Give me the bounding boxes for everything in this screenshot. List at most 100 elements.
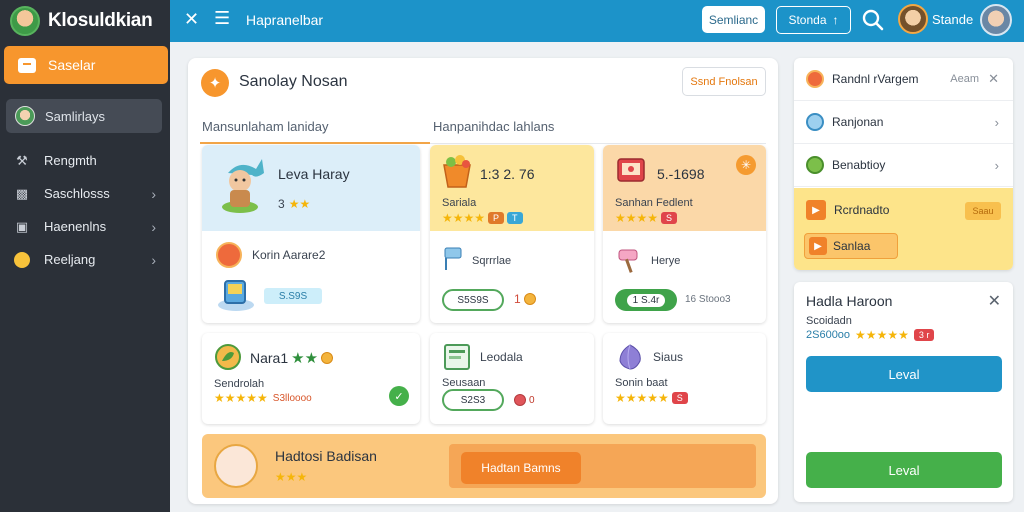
card-level: 3 ★★ <box>278 197 310 211</box>
tab-indicator <box>200 142 430 144</box>
card-title: Leva Haray <box>278 166 350 182</box>
app-logo <box>10 6 40 36</box>
card-title: 1:3 2. 76 <box>480 166 535 182</box>
item-title: Herye <box>651 255 681 267</box>
top-button-primary[interactable]: Semlianc <box>702 6 765 33</box>
sidebar-item[interactable]: Reeljang › <box>14 243 160 276</box>
tag-icon: P <box>488 212 505 224</box>
game-card[interactable]: Nara1 ★★ Sendrolah ★★★★★ S3lloooo ✓ <box>202 333 420 424</box>
sidebar-item-label: Haenenlns <box>44 219 107 234</box>
menu-row[interactable]: Ranjonan › <box>794 101 1013 144</box>
user-name[interactable]: Stande <box>932 12 973 27</box>
item-title: Sqrrrlae <box>472 255 512 267</box>
chevron-right-icon: › <box>994 114 999 130</box>
close-icon[interactable]: ✕ <box>184 9 199 30</box>
game-card[interactable]: Leodala Seusaan S2S3 0 <box>430 333 594 424</box>
profile-avatar[interactable] <box>980 4 1012 36</box>
brand[interactable]: Klosuldkian <box>0 0 170 42</box>
avatar <box>15 106 35 126</box>
flag-icon <box>444 247 462 270</box>
sidebar-item-label: Rengmth <box>44 153 97 168</box>
card-title: Nara1 <box>250 350 289 366</box>
chevron-right-icon: › <box>151 218 156 235</box>
card-label: Seusaan <box>442 377 486 389</box>
menu-row[interactable]: Randnl rVargem Aeam ✕ <box>794 58 1013 101</box>
tab-secondary[interactable]: Hanpanihdac lahlans <box>433 119 554 134</box>
search-icon[interactable] <box>860 7 886 33</box>
detail-panel: Hadla Haroon ✕ Scoidadn 2S600oo ★★★★★ 3 … <box>794 282 1013 502</box>
sidebar-item[interactable]: ▣ Haenenlns › <box>14 210 160 243</box>
tab-active[interactable]: Mansunlaham laniday <box>202 119 328 134</box>
game-card[interactable]: 5.-1698 ✳ Sanhan Fedlent ★★★★ S Herye 1 … <box>603 145 766 323</box>
play-icon: ▶ <box>806 200 826 220</box>
card-row-title: Korin Aarare2 <box>252 248 326 262</box>
count-value: 1 <box>514 292 521 306</box>
level-button-primary[interactable]: Leval <box>806 356 1002 392</box>
detail-meta: 2S600oo <box>806 329 851 341</box>
stars-icon: ★★★★ <box>615 211 659 225</box>
stars-icon: ★★★★ <box>442 211 486 225</box>
value-button[interactable]: S2S3 <box>442 389 504 411</box>
badge-icon <box>806 70 824 88</box>
chevron-right-icon: › <box>994 157 999 173</box>
stars-icon: ★★★★★ <box>615 391 669 405</box>
promo-banner: Hadtosi Badisan ★★★ Hadtan Bamns <box>202 434 766 498</box>
page-title: Hapranelbar <box>246 12 324 28</box>
avatar[interactable] <box>898 4 928 34</box>
rating: ★★★★ P T <box>442 211 523 225</box>
highlight-row[interactable]: ▶ Rcrdnadto <box>806 200 889 220</box>
star-badge-icon: ✦ <box>201 69 229 97</box>
sidebar: Klosuldkian Saselar Samlirlays ⚒ Rengmth… <box>0 0 170 512</box>
gamepad-icon: ▩ <box>15 185 29 201</box>
game-card[interactable]: Siaus Sonin baat ★★★★★ S <box>603 333 766 424</box>
game-card[interactable]: 1:3 2. 76 Sariala ★★★★ P T Sqrrrlae S5S9… <box>430 145 594 323</box>
panel-action-button[interactable]: Ssnd Fnolsan <box>682 67 766 96</box>
banner-button[interactable]: Hadtan Bamns <box>461 452 581 484</box>
check-icon[interactable]: ✓ <box>389 386 409 406</box>
value-button[interactable]: 1 S.4r <box>615 289 677 311</box>
close-icon[interactable]: ✕ <box>988 71 999 87</box>
value-button[interactable]: S5S9S <box>442 289 504 311</box>
tag-icon: S <box>661 212 678 224</box>
tag-icon: S <box>671 392 688 404</box>
clover-icon <box>806 156 824 174</box>
bucket-icon <box>443 155 471 188</box>
chevron-right-icon: › <box>151 185 156 202</box>
badge-icon <box>216 242 242 268</box>
character-icon <box>222 159 264 213</box>
folder-icon: ▣ <box>15 218 29 234</box>
detail-subtitle: Scoidadn <box>806 315 852 327</box>
sidebar-item-user[interactable]: Samlirlays <box>6 99 162 133</box>
sidebar-item-label: Saselar <box>48 57 96 73</box>
highlight-button[interactable]: ▶ Sanlaa <box>804 233 898 259</box>
sidebar-item[interactable]: ⚒ Rengmth <box>14 144 160 177</box>
sidebar-item-active[interactable]: Saselar <box>4 46 168 84</box>
top-button-outline[interactable]: Stonda ↑ <box>776 6 851 34</box>
menu-row-meta: Aeam <box>950 73 979 85</box>
sidebar-item[interactable]: ▩ Saschlosss › <box>14 177 160 210</box>
highlight-block: ▶ Rcrdnadto Saau ▶ Sanlaa <box>794 188 1013 270</box>
right-menu-panel: Randnl rVargem Aeam ✕ Ranjonan › Benabti… <box>794 58 1013 270</box>
close-icon[interactable]: ✕ <box>988 291 1001 311</box>
panel-title: Sanolay Nosan <box>239 73 348 90</box>
chevron-right-icon: › <box>151 251 156 268</box>
notebook-icon <box>444 344 470 370</box>
disc-icon <box>806 113 824 131</box>
menu-row[interactable]: Benabtioy › <box>794 144 1013 187</box>
play-icon: ▶ <box>809 237 827 255</box>
highlight-button-label: Sanlaa <box>833 239 871 253</box>
detail-rating: 2S600oo ★★★★★ 3 r <box>806 328 935 342</box>
coin-icon <box>514 394 526 406</box>
stars-icon: ★★★★★ <box>214 391 268 405</box>
game-card[interactable]: Leva Haray 3 ★★ Korin Aarare2 S.S9S <box>202 145 420 323</box>
hammer-icon <box>618 249 638 273</box>
stars-icon: ★★★ <box>275 470 308 484</box>
menu-icon[interactable]: ☰ <box>214 8 230 29</box>
top-bar: ✕ ☰ Hapranelbar Semlianc Stonda ↑ Stande <box>170 0 1024 42</box>
count: 1 <box>514 292 536 306</box>
tag-icon: T <box>507 212 523 224</box>
arrow-up-icon: ↑ <box>832 13 839 27</box>
sparkle-icon[interactable]: ✳ <box>736 155 756 175</box>
folder-icon <box>18 57 36 73</box>
level-button-secondary[interactable]: Leval <box>806 452 1002 488</box>
